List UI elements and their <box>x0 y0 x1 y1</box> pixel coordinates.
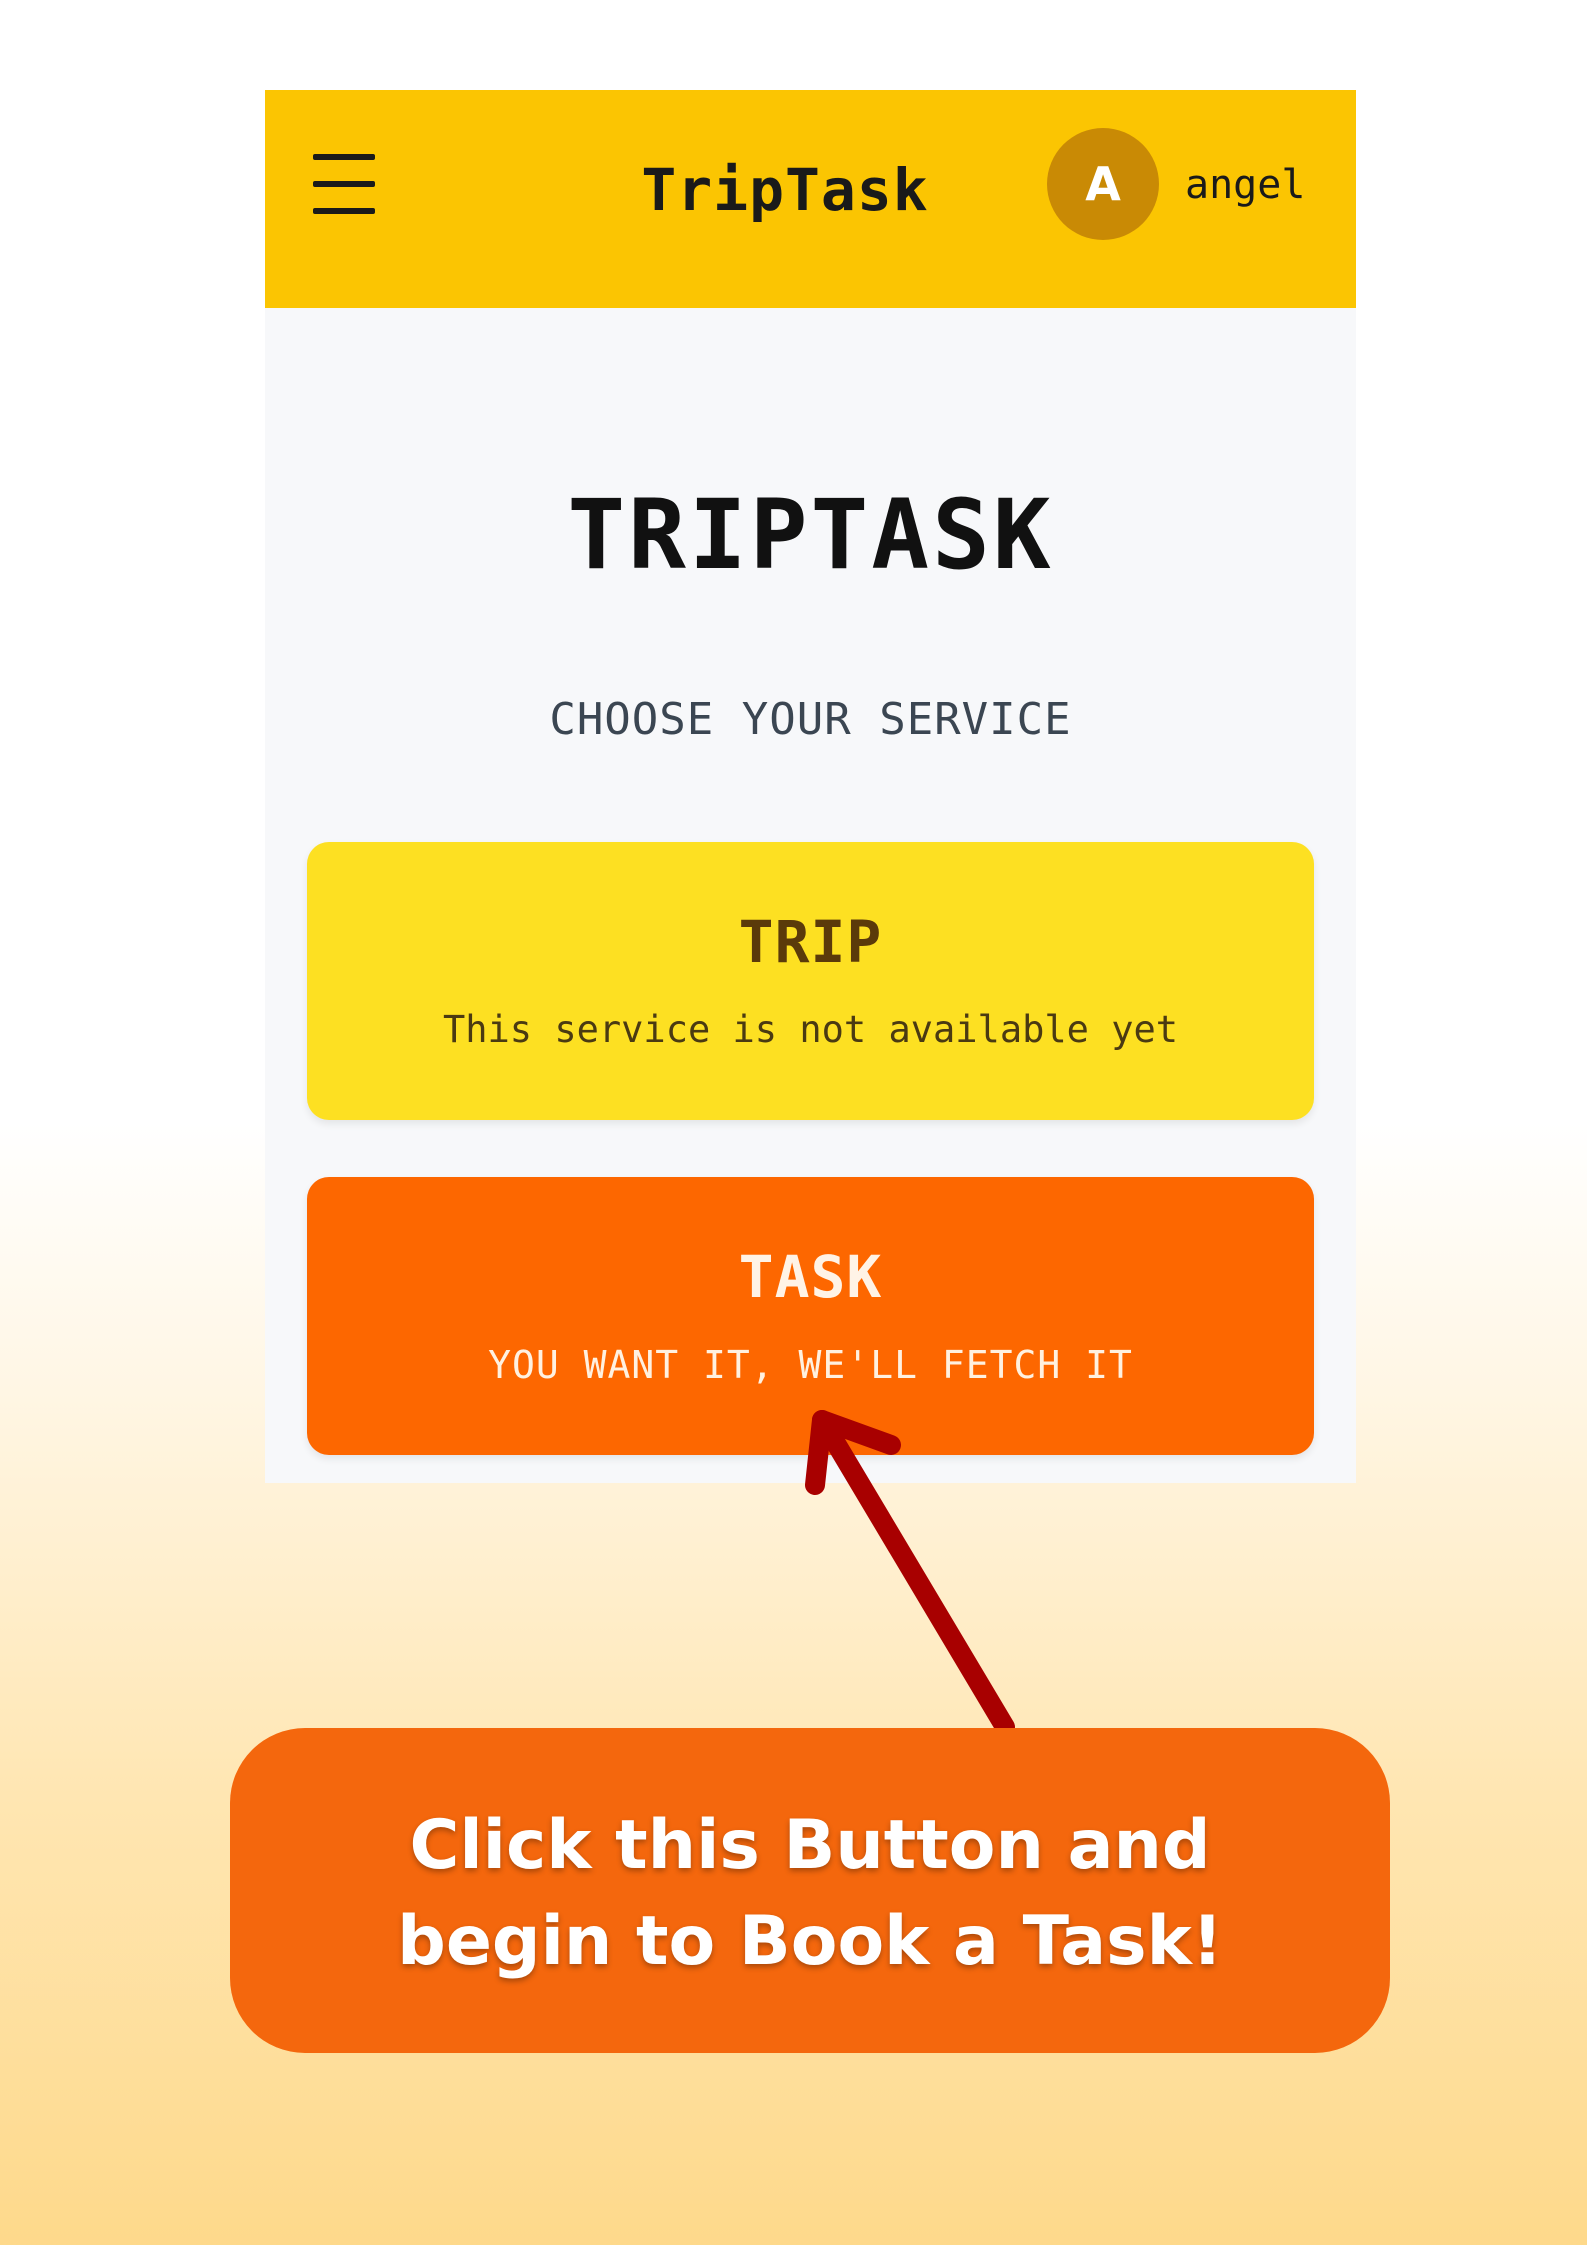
callout-line-2: begin to Book a Task! <box>397 1902 1223 1981</box>
username-label[interactable]: angel <box>1185 158 1305 212</box>
trip-description: This service is not available yet <box>442 1008 1179 1051</box>
instruction-callout: Click this Button and begin to Book a Ta… <box>230 1728 1390 2053</box>
trip-title: TRIP <box>738 908 883 976</box>
trip-service-button[interactable]: TRIP This service is not available yet <box>307 842 1314 1120</box>
brand-heading: TRIPTASK <box>567 479 1054 591</box>
service-subtitle: CHOOSE YOUR SERVICE <box>549 694 1072 745</box>
app-header: TripTask A angel <box>265 90 1356 308</box>
app-screenshot: TripTask A angel TRIPTASK CHOOSE YOUR SE… <box>265 90 1356 1483</box>
task-service-button[interactable]: TASK YOU WANT IT, WE'LL FETCH IT <box>307 1177 1314 1455</box>
task-title: TASK <box>738 1243 883 1311</box>
task-description: YOU WANT IT, WE'LL FETCH IT <box>488 1343 1133 1387</box>
hamburger-menu-icon[interactable] <box>313 154 375 214</box>
callout-line-1: Click this Button and <box>409 1806 1211 1885</box>
avatar[interactable]: A <box>1047 128 1159 240</box>
app-title: TripTask <box>641 156 929 224</box>
callout-text: Click this Button and begin to Book a Ta… <box>230 1798 1390 1990</box>
